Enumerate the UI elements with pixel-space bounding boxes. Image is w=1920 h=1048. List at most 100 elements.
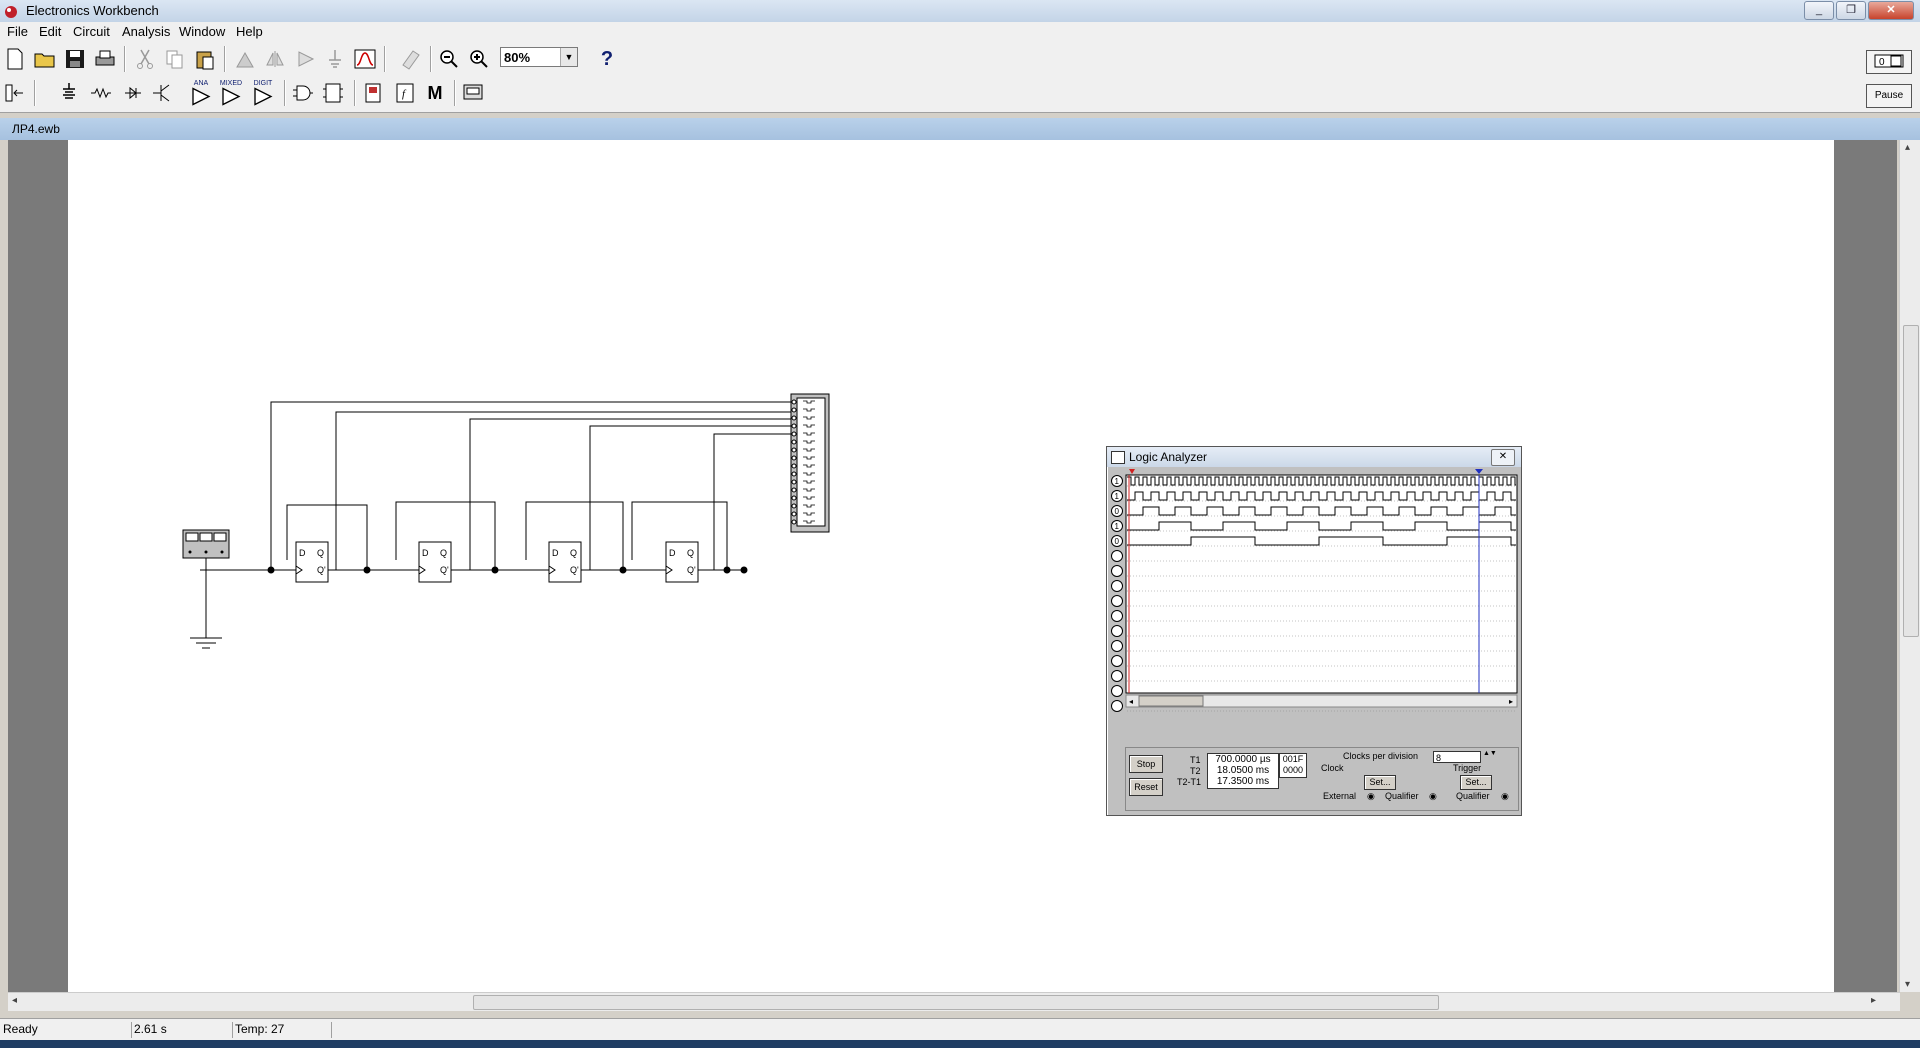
logic-analyzer-display: 1 1 0 1 0 ◂ ▸ (1111, 469, 1518, 712)
menu-edit[interactable]: Edit (39, 24, 61, 39)
close-icon[interactable]: ✕ (1491, 449, 1515, 466)
zoom-out-icon[interactable] (436, 46, 462, 72)
graph-icon[interactable] (352, 46, 378, 72)
clocks-per-division-input[interactable]: 8 (1433, 751, 1481, 763)
power-switch-icon[interactable]: 0 (1866, 50, 1912, 74)
analyzer-input-pin[interactable] (791, 487, 797, 493)
paste-icon[interactable] (192, 46, 218, 72)
channel-value: 0 (1115, 537, 1120, 546)
analyzer-input-pin[interactable] (791, 511, 797, 517)
analyzer-input-pin[interactable] (791, 495, 797, 501)
vertical-scroll-thumb[interactable] (1903, 325, 1919, 637)
analyzer-input-pin[interactable] (791, 519, 797, 525)
instruments-bin-icon[interactable] (460, 80, 486, 106)
hex-value-t1: 001F (1282, 754, 1304, 764)
save-icon[interactable] (62, 46, 88, 72)
scroll-up-icon[interactable]: ▴ (1905, 142, 1910, 153)
menu-bar: File Edit Circuit Analysis Window Help (0, 22, 1920, 42)
sources-bin-icon[interactable] (56, 80, 82, 106)
taskbar (0, 1040, 1920, 1048)
stop-button[interactable]: Stop (1129, 755, 1163, 773)
analyzer-input-pin[interactable] (791, 407, 797, 413)
scroll-down-icon[interactable]: ▾ (1905, 979, 1910, 990)
component-properties-icon[interactable] (398, 46, 424, 72)
zoom-select[interactable]: 80% ▼ (500, 47, 578, 67)
zoom-in-icon[interactable] (466, 46, 492, 72)
channel-indicator (1111, 640, 1123, 652)
analyzer-input-pin[interactable] (791, 431, 797, 437)
analog-ics-bin-icon[interactable]: ANA (188, 80, 214, 106)
analyzer-input-pin[interactable] (791, 423, 797, 429)
analyzer-input-pin[interactable] (791, 415, 797, 421)
clock-radio-icon[interactable]: ◉ (1367, 791, 1375, 802)
minimize-button[interactable]: _ (1804, 1, 1834, 20)
analyzer-input-pin[interactable] (791, 447, 797, 453)
trigger-set-button[interactable]: Set... (1460, 775, 1492, 790)
logic-analyzer-symbol[interactable] (790, 393, 830, 533)
hex-value-t2: 0000 (1282, 765, 1304, 775)
flipflop-1[interactable]: D Q Q' (295, 541, 329, 583)
menu-help[interactable]: Help (236, 24, 263, 39)
new-file-icon[interactable] (2, 46, 28, 72)
analyzer-input-pin[interactable] (791, 471, 797, 477)
flipflop-2[interactable]: D Q Q' (418, 541, 452, 583)
rotate-icon[interactable] (232, 46, 258, 72)
horizontal-scroll-thumb[interactable] (473, 995, 1439, 1010)
pause-button[interactable]: Pause (1866, 84, 1912, 108)
scroll-right-icon[interactable]: ▸ (1871, 995, 1876, 1006)
chevron-down-icon[interactable]: ▼ (560, 48, 577, 66)
flipflop-3[interactable]: D Q Q' (548, 541, 582, 583)
copy-icon[interactable] (162, 46, 188, 72)
flip-vertical-icon[interactable] (292, 46, 318, 72)
mixed-ics-bin-icon[interactable]: MIXED (218, 80, 244, 106)
menu-window[interactable]: Window (179, 24, 225, 39)
analyzer-input-pin[interactable] (791, 503, 797, 509)
menu-file[interactable]: File (7, 24, 28, 39)
clock-qualifier-label: Qualifier (1385, 791, 1419, 801)
vertical-scrollbar[interactable]: ▴ ▾ (1899, 140, 1920, 992)
parts-bin-toggle-icon[interactable] (2, 80, 28, 106)
analyzer-input-pin[interactable] (791, 479, 797, 485)
flipflop-4[interactable]: D Q Q' (665, 541, 699, 583)
print-icon[interactable] (92, 46, 118, 72)
miscellaneous-bin-icon[interactable]: M (422, 80, 448, 106)
open-folder-icon[interactable] (32, 46, 58, 72)
flip-horizontal-icon[interactable] (262, 46, 288, 72)
maximize-button[interactable]: ❐ (1836, 1, 1866, 20)
logic-analyzer-titlebar[interactable]: Logic Analyzer ✕ (1107, 447, 1521, 467)
logic-gates-bin-icon[interactable] (290, 80, 316, 106)
clock-set-button[interactable]: Set... (1364, 775, 1396, 790)
digital-ics-bin-icon[interactable]: DIGIT (250, 80, 276, 106)
indicators-bin-icon[interactable] (360, 80, 386, 106)
svg-text:Q: Q (570, 548, 577, 558)
svg-text:Q: Q (687, 548, 694, 558)
clock-source[interactable] (182, 529, 230, 559)
spinner-icon[interactable]: ▲▼ (1483, 750, 1497, 757)
analyzer-input-pin[interactable] (791, 399, 797, 405)
window-title: Electronics Workbench (26, 3, 159, 18)
digital-bin-icon[interactable] (320, 80, 346, 106)
controls-bin-icon[interactable]: f (392, 80, 418, 106)
analyzer-input-pin[interactable] (791, 463, 797, 469)
menu-circuit[interactable]: Circuit (73, 24, 110, 39)
diodes-bin-icon[interactable] (120, 80, 146, 106)
logic-analyzer-window[interactable]: Logic Analyzer ✕ 1 1 0 1 0 ◂ ▸ Stop Reset T1… (1106, 446, 1522, 816)
analyzer-input-pin[interactable] (791, 439, 797, 445)
scroll-left-icon[interactable]: ◂ (12, 995, 17, 1006)
document-titlebar: ЛР4.ewb (0, 118, 1920, 140)
t1-label: T1 (1190, 755, 1201, 765)
analyzer-input-pin[interactable] (791, 455, 797, 461)
cut-icon[interactable] (132, 46, 158, 72)
close-button[interactable]: ✕ (1868, 1, 1914, 20)
trigger-qualifier-radio-icon[interactable]: ◉ (1501, 791, 1509, 802)
analyzer-scroll-thumb[interactable] (1138, 695, 1204, 707)
help-button[interactable]: ? (594, 46, 620, 72)
reset-button[interactable]: Reset (1129, 778, 1163, 796)
transistors-bin-icon[interactable] (150, 80, 176, 106)
menu-analysis[interactable]: Analysis (122, 24, 170, 39)
circuit-canvas[interactable]: D Q Q' D Q Q' D Q Q' D Q Q' (68, 140, 1834, 992)
basic-bin-icon[interactable] (88, 80, 114, 106)
clock-qualifier-radio-icon[interactable]: ◉ (1429, 791, 1437, 802)
subcircuit-icon[interactable] (322, 46, 348, 72)
horizontal-scrollbar[interactable]: ◂ ▸ (8, 992, 1900, 1011)
